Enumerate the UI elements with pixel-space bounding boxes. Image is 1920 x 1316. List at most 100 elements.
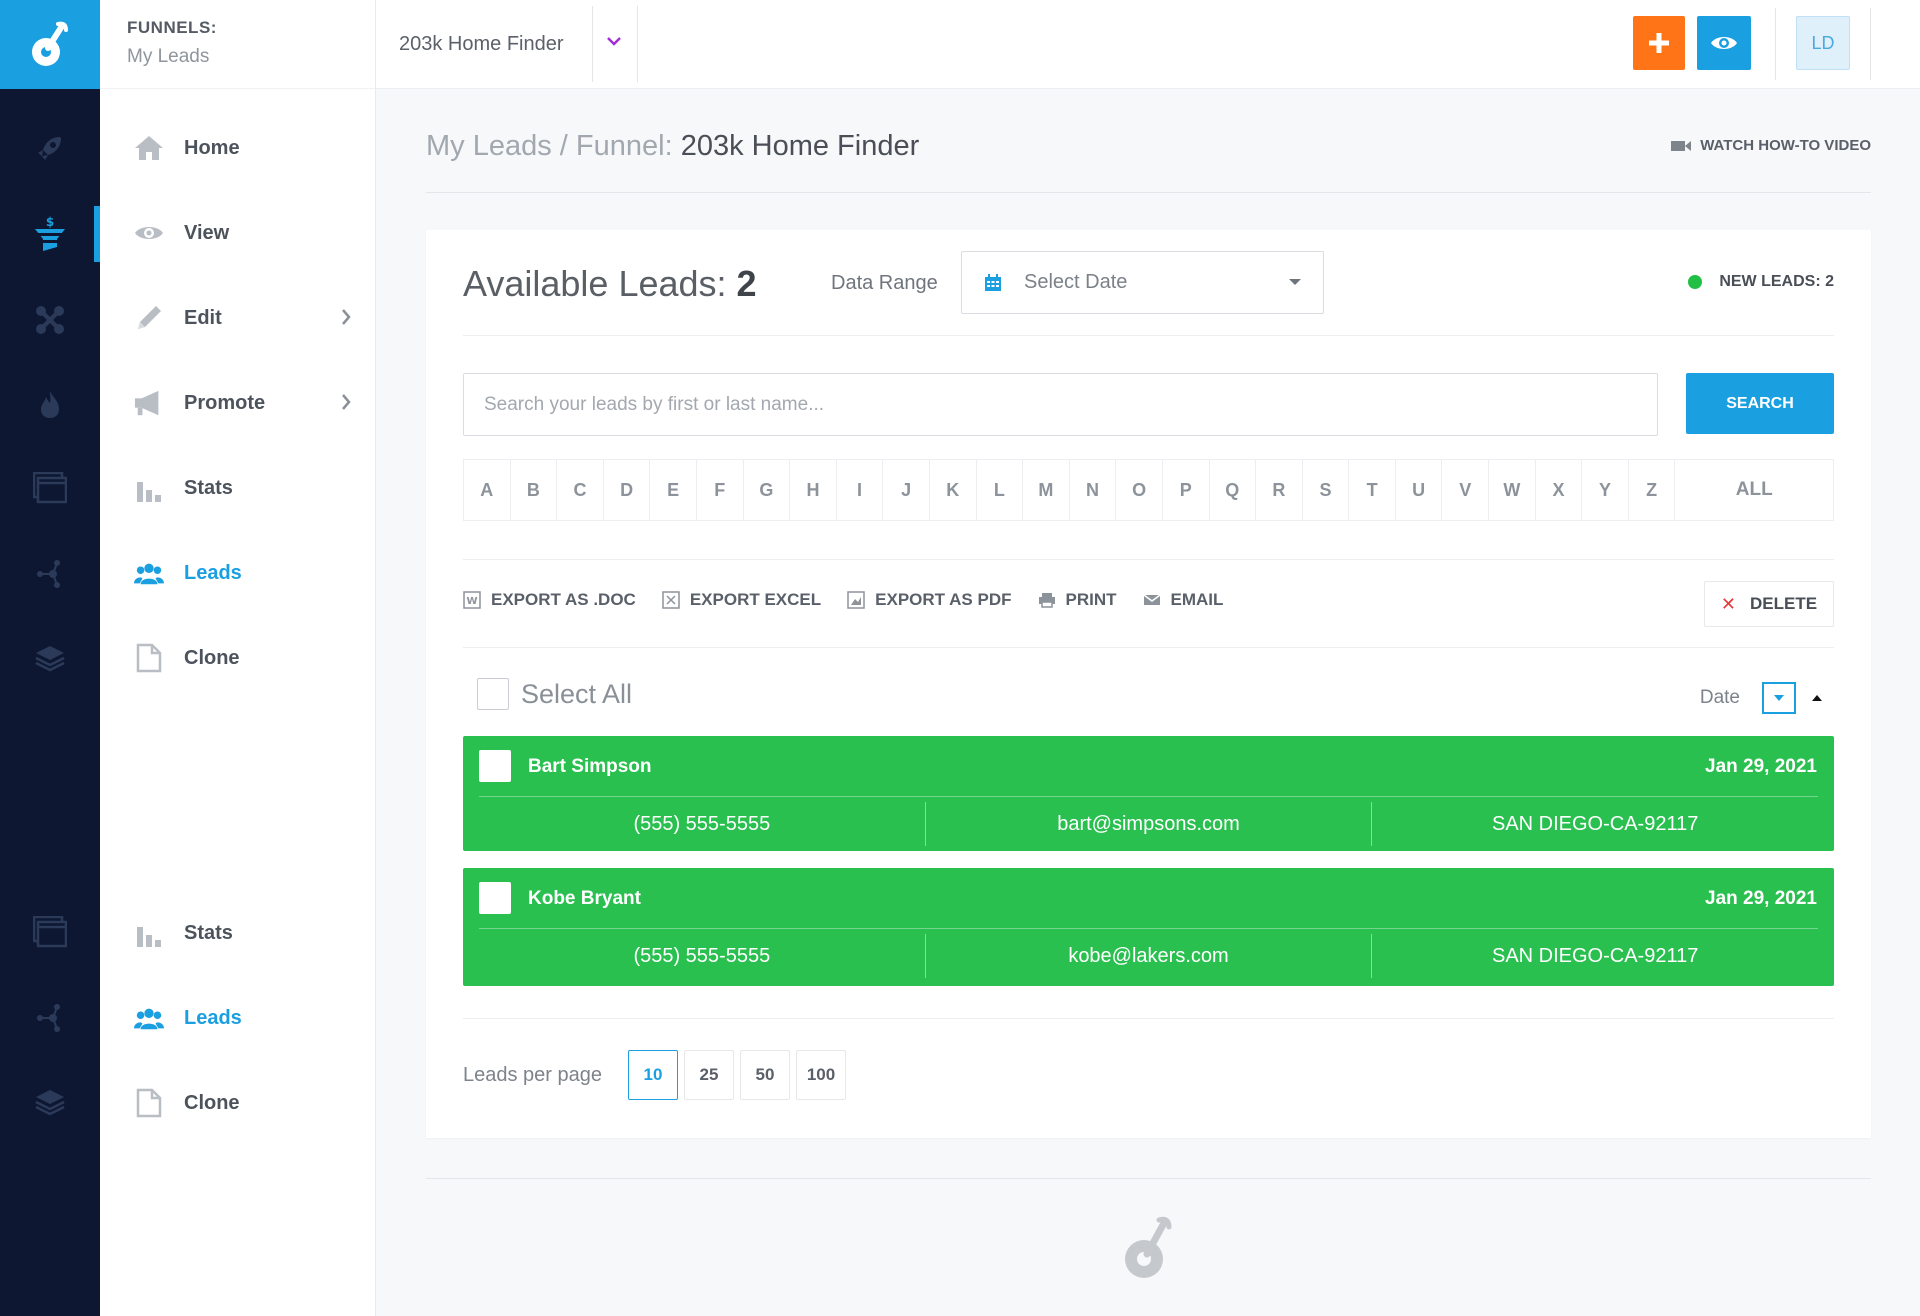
print-button[interactable]: PRINT (1038, 590, 1117, 610)
rail-pages-2[interactable] (0, 904, 100, 960)
export-doc-button[interactable]: W EXPORT AS .DOC (463, 590, 636, 610)
nav-leads[interactable]: Leads (100, 543, 376, 603)
nav-clone-2[interactable]: Clone (100, 1073, 376, 1133)
letter-filter-a[interactable]: A (464, 460, 511, 520)
nav-view[interactable]: View (100, 203, 376, 263)
action-label: EXPORT AS PDF (875, 590, 1012, 609)
date-select[interactable]: Select Date (961, 251, 1324, 314)
rail-funnels[interactable]: $ (0, 206, 100, 262)
per-page-option[interactable]: 50 (740, 1050, 791, 1100)
letter-filter-o[interactable]: O (1116, 460, 1163, 520)
letter-filter-e[interactable]: E (650, 460, 697, 520)
nav-stats[interactable]: Stats (100, 458, 376, 518)
letter-filter-g[interactable]: G (744, 460, 791, 520)
users-icon (134, 558, 164, 588)
search-input[interactable] (463, 373, 1658, 436)
email-button[interactable]: EMAIL (1143, 590, 1223, 610)
funnel-selector[interactable]: 203k Home Finder (399, 33, 564, 56)
divider (1870, 8, 1871, 80)
lead-details: (555) 555-5555 kobe@lakers.com SAN DIEGO… (479, 934, 1818, 978)
breadcrumb-prefix[interactable]: My Leads / Funnel: (426, 130, 681, 162)
divider (637, 6, 638, 82)
letter-filter-c[interactable]: C (557, 460, 604, 520)
letter-filter-q[interactable]: Q (1210, 460, 1257, 520)
howto-label: WATCH HOW-TO VIDEO (1700, 137, 1871, 154)
lead-email[interactable]: bart@simpsons.com (924, 802, 1372, 846)
action-label: EXPORT EXCEL (689, 590, 822, 609)
lead-checkbox[interactable] (479, 750, 511, 782)
preview-button[interactable] (1697, 16, 1751, 70)
bar-chart-icon (134, 473, 164, 503)
envelope-icon (1143, 594, 1160, 605)
nav-promote[interactable]: Promote (100, 373, 376, 433)
rail-hot[interactable] (0, 376, 100, 432)
lead-row[interactable]: Bart Simpson Jan 29, 2021 (555) 555-5555… (463, 736, 1834, 851)
chevron-down-icon[interactable] (605, 34, 623, 52)
export-excel-button[interactable]: EXPORT EXCEL (662, 590, 821, 610)
letter-filter-s[interactable]: S (1303, 460, 1350, 520)
letter-filter-z[interactable]: Z (1629, 460, 1676, 520)
app-logo[interactable] (0, 0, 100, 89)
howto-video-link[interactable]: WATCH HOW-TO VIDEO (1670, 137, 1871, 154)
section-title: FUNNELS: (127, 18, 217, 37)
letter-filter-f[interactable]: F (697, 460, 744, 520)
nav-home[interactable]: Home (100, 118, 376, 178)
lead-row[interactable]: Kobe Bryant Jan 29, 2021 (555) 555-5555 … (463, 868, 1834, 986)
delete-button[interactable]: ✕ DELETE (1704, 581, 1834, 627)
letter-filter-n[interactable]: N (1070, 460, 1117, 520)
per-page-option[interactable]: 100 (796, 1050, 847, 1100)
letter-filter-all[interactable]: ALL (1675, 460, 1833, 520)
divider (463, 335, 1834, 336)
sort-asc-button[interactable] (1800, 682, 1834, 714)
avatar[interactable]: LD (1796, 16, 1850, 70)
tools-icon (36, 306, 64, 334)
letter-filter-y[interactable]: Y (1582, 460, 1629, 520)
rail-pages[interactable] (0, 460, 100, 516)
select-all[interactable]: Select All (477, 678, 632, 710)
select-all-checkbox[interactable] (477, 678, 509, 710)
rail-tools[interactable] (0, 292, 100, 348)
letter-filter-x[interactable]: X (1536, 460, 1583, 520)
per-page-option[interactable]: 10 (628, 1050, 679, 1100)
letter-filter-u[interactable]: U (1396, 460, 1443, 520)
letter-filter-m[interactable]: M (1023, 460, 1070, 520)
lead-checkbox[interactable] (479, 882, 511, 914)
lead-phone: (555) 555-5555 (633, 944, 771, 967)
date-range-label: Data Range (831, 272, 938, 294)
nav-clone[interactable]: Clone (100, 628, 376, 688)
letter-filter-r[interactable]: R (1256, 460, 1303, 520)
rail-integrations-2[interactable] (0, 990, 100, 1046)
lead-email[interactable]: kobe@lakers.com (924, 934, 1372, 978)
export-pdf-button[interactable]: EXPORT AS PDF (847, 590, 1012, 610)
plus-icon (1649, 33, 1669, 53)
nav-stats-2[interactable]: Stats (100, 903, 376, 963)
caret-down-icon (1774, 695, 1784, 701)
letter-filter-w[interactable]: W (1489, 460, 1536, 520)
document-icon (134, 643, 164, 673)
add-button[interactable] (1633, 16, 1685, 70)
letter-filter-j[interactable]: J (883, 460, 930, 520)
rail-layers-2[interactable] (0, 1074, 100, 1130)
windows-icon (33, 472, 67, 504)
letter-filter-t[interactable]: T (1349, 460, 1396, 520)
letter-filter-i[interactable]: I (837, 460, 884, 520)
divider (463, 1018, 1834, 1019)
nav-leads-2[interactable]: Leads (100, 988, 376, 1048)
rail-integrations[interactable] (0, 546, 100, 602)
per-page-option[interactable]: 25 (684, 1050, 735, 1100)
lead-name: Kobe Bryant (528, 888, 641, 909)
nav-label: Leads (184, 561, 242, 584)
letter-filter-b[interactable]: B (511, 460, 558, 520)
letter-filter-l[interactable]: L (977, 460, 1024, 520)
rail-launch[interactable] (0, 120, 100, 176)
nav-edit[interactable]: Edit (100, 288, 376, 348)
search-button[interactable]: SEARCH (1686, 373, 1834, 434)
letter-filter-k[interactable]: K (930, 460, 977, 520)
lead-date: Jan 29, 2021 (1705, 888, 1817, 909)
sort-desc-button[interactable] (1762, 682, 1796, 714)
rail-layers[interactable] (0, 630, 100, 686)
letter-filter-d[interactable]: D (604, 460, 651, 520)
letter-filter-h[interactable]: H (790, 460, 837, 520)
letter-filter-p[interactable]: P (1163, 460, 1210, 520)
letter-filter-v[interactable]: V (1442, 460, 1490, 520)
